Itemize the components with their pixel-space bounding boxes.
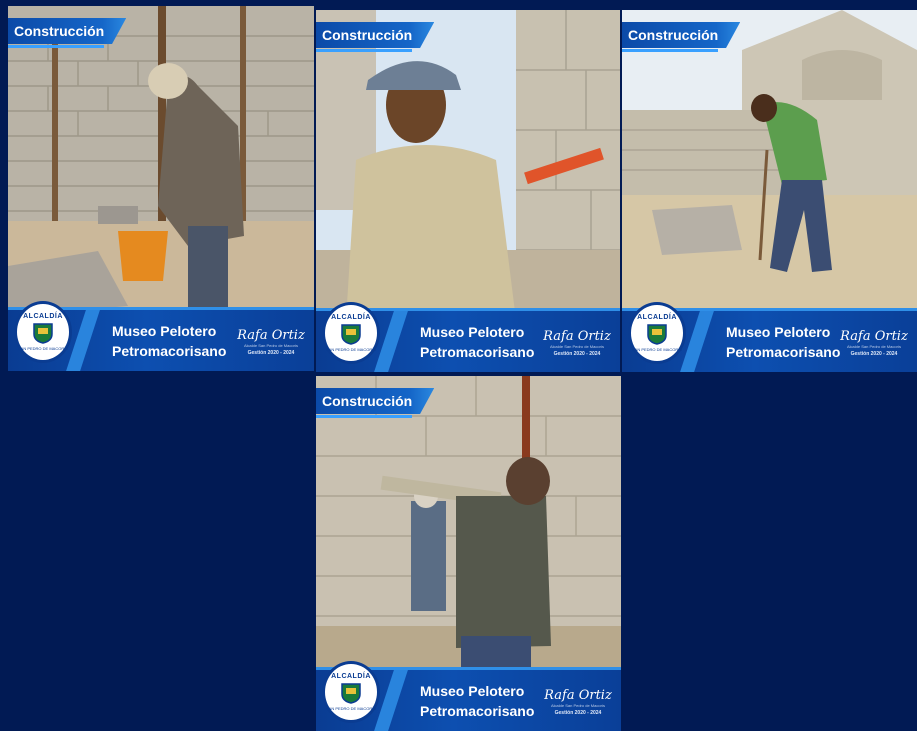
administration-term: Gestión 2020 - 2024 [554, 710, 602, 716]
administration-term: Gestión 2020 - 2024 [850, 351, 898, 357]
mayor-signature-block: Rafa Ortiz Alcalde San Pedro de Macorís … [543, 689, 613, 717]
title-line-1: Museo Pelotero [726, 324, 831, 340]
title-line-1: Museo Pelotero [420, 683, 525, 699]
seal-text-top: ALCALDÍA [331, 673, 371, 680]
signature: Rafa Ortiz [543, 329, 611, 344]
band-stripe [374, 670, 408, 731]
seal-text-bottom: SAN PEDRO DE MACORÍS [325, 706, 376, 711]
title-line-2: Petromacorisano [420, 703, 535, 719]
signature: Rafa Ortiz [840, 329, 908, 344]
shield-icon [33, 323, 53, 344]
band-stripe [374, 311, 408, 372]
category-badge: Construcción [622, 22, 741, 48]
title-line-1: Museo Pelotero [112, 323, 217, 339]
signature-role: Alcalde San Pedro de Macorís [846, 344, 902, 349]
photo-card-4: Construcción ALCALDÍA SAN PEDRO DE MACOR… [316, 376, 621, 731]
category-badge: Construcción [316, 388, 435, 414]
seal-text-top: ALCALDÍA [637, 314, 677, 321]
seal-text-bottom: SAN PEDRO DE MACORÍS [631, 347, 682, 352]
mayor-signature-block: Rafa Ortiz Alcalde San Pedro de Macorís … [542, 330, 612, 358]
municipal-seal-logo: ALCALDÍA SAN PEDRO DE MACORÍS [322, 661, 380, 723]
seal-text-top: ALCALDÍA [23, 313, 63, 320]
title-line-2: Petromacorisano [420, 344, 535, 360]
project-title: Museo Pelotero Petromacorisano [420, 681, 534, 721]
signature: Rafa Ortiz [544, 688, 612, 703]
municipal-seal-logo: ALCALDÍA SAN PEDRO DE MACORÍS [14, 301, 72, 363]
project-title: Museo Pelotero Petromacorisano [112, 321, 226, 361]
signature-role: Alcalde San Pedro de Macorís [549, 344, 605, 349]
seal-text-bottom: SAN PEDRO DE MACORÍS [17, 346, 68, 351]
municipal-seal-logo: ALCALDÍA SAN PEDRO DE MACORÍS [322, 302, 380, 364]
band-stripe [680, 311, 714, 372]
shield-icon [341, 683, 361, 704]
municipal-seal-logo: ALCALDÍA SAN PEDRO DE MACORÍS [628, 302, 686, 364]
seal-text-top: ALCALDÍA [331, 314, 371, 321]
administration-term: Gestión 2020 - 2024 [247, 350, 295, 356]
photo-card-3: Construcción ALCALDÍA SAN PEDRO DE MACOR… [622, 10, 917, 372]
band-stripe [66, 310, 100, 371]
signature-role: Alcalde San Pedro de Macorís [243, 343, 299, 348]
administration-term: Gestión 2020 - 2024 [553, 351, 601, 357]
shield-icon [341, 324, 361, 345]
seal-text-bottom: SAN PEDRO DE MACORÍS [325, 347, 376, 352]
photo-card-2: Construcción ALCALDÍA SAN PEDRO DE MACOR… [316, 10, 620, 372]
project-title: Museo Pelotero Petromacorisano [726, 322, 840, 362]
badge-accent-line [622, 49, 718, 52]
category-badge: Construcción [8, 18, 127, 44]
shield-icon [647, 324, 667, 345]
title-line-1: Museo Pelotero [420, 324, 525, 340]
category-badge: Construcción [316, 22, 435, 48]
mayor-signature-block: Rafa Ortiz Alcalde San Pedro de Macorís … [839, 330, 909, 358]
title-line-2: Petromacorisano [112, 343, 227, 359]
mayor-signature-block: Rafa Ortiz Alcalde San Pedro de Macorís … [236, 329, 306, 357]
badge-accent-line [316, 49, 412, 52]
badge-accent-line [8, 45, 104, 48]
badge-accent-line [316, 415, 412, 418]
title-line-2: Petromacorisano [726, 344, 841, 360]
signature: Rafa Ortiz [237, 328, 305, 343]
project-title: Museo Pelotero Petromacorisano [420, 322, 534, 362]
photo-card-1: Construcción ALCALDÍA SAN PEDRO DE MACOR… [8, 6, 314, 371]
signature-role: Alcalde San Pedro de Macorís [550, 703, 606, 708]
